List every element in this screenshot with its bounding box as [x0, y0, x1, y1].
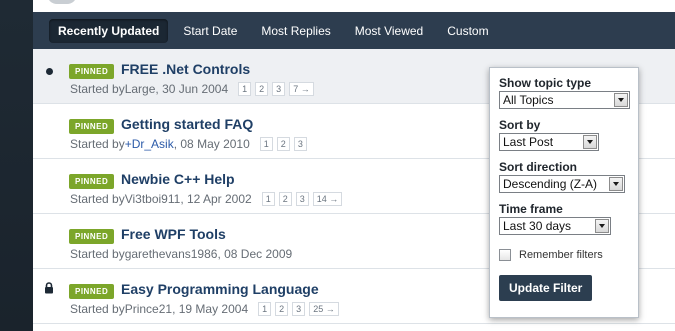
left-rail: [0, 0, 33, 331]
topic-author[interactable]: +Dr_Asik: [125, 137, 174, 151]
page-links: 1 2 3 7 →: [238, 82, 314, 96]
top-strip-bump: [47, 0, 77, 4]
page-link[interactable]: 1: [238, 82, 252, 96]
topic-title-link[interactable]: Free WPF Tools: [121, 226, 226, 242]
time-frame-label: Time frame: [499, 202, 563, 216]
topic-author[interactable]: Large: [125, 82, 156, 96]
topic-author[interactable]: garethevans1986: [125, 247, 218, 261]
sort-by-group: Sort by Last Post: [499, 118, 629, 151]
tab-start-date[interactable]: Start Date: [174, 19, 246, 43]
page-links: 1 2 3: [259, 137, 307, 151]
sort-direction-select[interactable]: Descending (Z-A): [499, 175, 625, 193]
page-link[interactable]: 3: [295, 192, 309, 206]
topic-author[interactable]: Vi3tboi911: [125, 192, 181, 206]
page-link[interactable]: 1: [261, 192, 275, 206]
topic-author[interactable]: Prince21: [125, 302, 172, 316]
page-link[interactable]: 2: [278, 192, 292, 206]
last-page-link[interactable]: 7 →: [289, 82, 314, 96]
pinned-badge: PINNED: [69, 229, 115, 244]
topic-meta: Started by +Dr_Asik , 08 May 2010 1 2 3: [70, 137, 307, 151]
page-link[interactable]: 2: [275, 302, 289, 316]
topic-meta: Started by Vi3tboi911 , 12 Apr 2002 1 2 …: [70, 192, 343, 206]
topic-title-link[interactable]: Easy Programming Language: [121, 281, 319, 297]
tab-custom[interactable]: Custom: [438, 19, 497, 43]
remember-filters-row: Remember filters: [499, 249, 629, 261]
topic-date: , 08 May 2010: [173, 137, 250, 151]
page-link[interactable]: 2: [276, 137, 290, 151]
last-page-link[interactable]: 14 →: [312, 192, 343, 206]
started-prefix: Started by: [70, 82, 125, 96]
page-link[interactable]: 3: [292, 302, 306, 316]
sort-by-value: Last Post: [503, 135, 554, 149]
pinned-badge: PINNED: [69, 284, 115, 299]
sort-by-select[interactable]: Last Post: [499, 133, 599, 151]
sort-by-label: Sort by: [499, 118, 541, 132]
tab-most-viewed[interactable]: Most Viewed: [346, 19, 432, 43]
topic-type-label: Show topic type: [499, 76, 592, 90]
topic-meta: Started by Prince21 , 19 May 2004 1 2 3 …: [70, 302, 339, 316]
topic-type-select[interactable]: All Topics: [499, 91, 630, 109]
tab-recently-updated[interactable]: Recently Updated: [49, 18, 169, 43]
started-prefix: Started by: [70, 302, 125, 316]
page-links: 1 2 3 14 →: [261, 192, 343, 206]
topic-type-group: Show topic type All Topics: [499, 76, 630, 109]
time-frame-group: Time frame Last 30 days: [499, 202, 629, 235]
time-frame-value: Last 30 days: [503, 219, 572, 233]
topic-type-value: All Topics: [503, 93, 554, 107]
lock-icon: [45, 282, 53, 294]
page-link[interactable]: 1: [259, 137, 273, 151]
pinned-badge: PINNED: [69, 174, 115, 189]
page-link[interactable]: 1: [258, 302, 272, 316]
topic-title-link[interactable]: FREE .Net Controls: [121, 61, 250, 77]
chevron-down-icon: [609, 177, 623, 191]
topic-meta: Started by Large , 30 Jun 2004 1 2 3 7 →: [70, 82, 314, 96]
sort-direction-label: Sort direction: [499, 160, 578, 174]
last-page-link[interactable]: 25 →: [309, 302, 339, 316]
pinned-badge: PINNED: [69, 119, 115, 134]
unread-dot-icon: [44, 66, 54, 76]
topic-title-link[interactable]: Newbie C++ Help: [121, 171, 235, 187]
top-strip: [33, 0, 675, 12]
chevron-down-icon: [595, 219, 609, 233]
topic-date: , 12 Apr 2002: [180, 192, 252, 206]
page-link[interactable]: 2: [255, 82, 269, 96]
started-prefix: Started by: [70, 192, 125, 206]
topic-date: , 19 May 2004: [172, 302, 249, 316]
remember-filters-checkbox[interactable]: [499, 249, 511, 261]
topic-date: , 08 Dec 2009: [217, 247, 293, 261]
filter-panel: Show topic type All Topics Sort by Last …: [489, 67, 639, 318]
topic-meta: Started by garethevans1986 , 08 Dec 2009: [70, 247, 292, 261]
sort-tab-bar: Recently Updated Start Date Most Replies…: [33, 12, 675, 49]
update-filter-button[interactable]: Update Filter: [499, 275, 593, 301]
started-prefix: Started by: [70, 137, 125, 151]
page-link[interactable]: 3: [272, 82, 286, 96]
page-links: 1 2 3 25 →: [258, 302, 339, 316]
remember-filters-label: Remember filters: [519, 249, 603, 261]
chevron-down-icon: [583, 135, 597, 149]
tab-most-replies[interactable]: Most Replies: [252, 19, 339, 43]
started-prefix: Started by: [70, 247, 125, 261]
sort-direction-group: Sort direction Descending (Z-A): [499, 160, 629, 193]
chevron-down-icon: [614, 93, 628, 107]
topic-date: , 30 Jun 2004: [155, 82, 229, 96]
time-frame-select[interactable]: Last 30 days: [499, 217, 611, 235]
page-link[interactable]: 3: [293, 137, 307, 151]
pinned-badge: PINNED: [69, 64, 115, 79]
topic-title-link[interactable]: Getting started FAQ: [121, 116, 253, 132]
sort-direction-value: Descending (Z-A): [503, 177, 598, 191]
